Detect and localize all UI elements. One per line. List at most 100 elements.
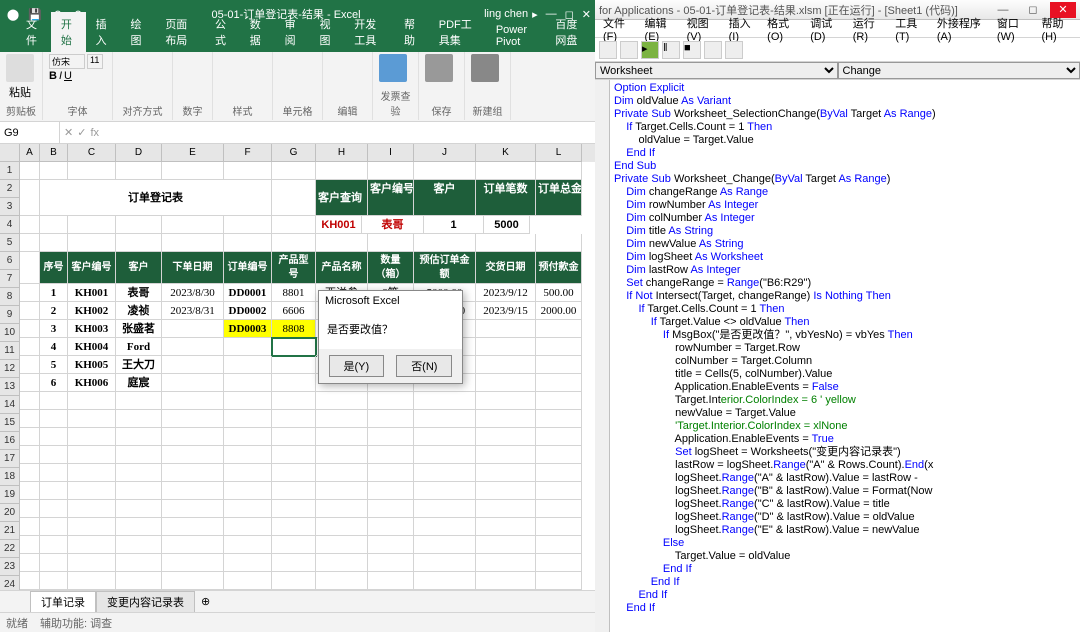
cell[interactable] [476,536,536,554]
cell[interactable] [68,446,116,464]
cell[interactable] [224,464,272,482]
paste-button[interactable]: 粘贴 [6,54,34,100]
cell[interactable]: 数量（箱） [368,252,414,284]
ribbon-tab[interactable]: 帮助 [394,12,429,52]
cell[interactable] [162,536,224,554]
cell[interactable] [476,356,536,374]
cell[interactable]: 4 [40,338,68,356]
cell[interactable]: 3 [40,320,68,338]
cell[interactable] [536,374,582,392]
cell[interactable] [368,500,414,518]
cell[interactable] [536,572,582,590]
cell[interactable]: 6606 [272,302,316,320]
cell[interactable] [40,572,68,590]
cell[interactable]: 王大刀 [116,356,162,374]
cell[interactable] [68,428,116,446]
cell[interactable]: KH001 [316,216,362,234]
cell[interactable]: DD0003 [224,320,272,338]
font-name-select[interactable]: 仿宋 [49,54,85,69]
new-sheet-button[interactable]: ⊕ [195,595,216,608]
cell[interactable] [162,338,224,356]
cell[interactable] [20,338,40,356]
cell[interactable] [162,216,224,234]
cell[interactable]: 订单笔数 [476,180,536,216]
cell[interactable] [68,536,116,554]
cell[interactable]: DD0002 [224,302,272,320]
cell[interactable]: 500.00 [536,284,582,302]
cell[interactable]: 凌祯 [116,302,162,320]
cell[interactable] [536,554,582,572]
cell[interactable] [40,554,68,572]
cell[interactable] [272,410,316,428]
cell[interactable]: 客户 [116,252,162,284]
cell[interactable]: 6 [40,374,68,392]
cell[interactable] [368,392,414,410]
cell[interactable]: 客户编号 [68,252,116,284]
cell[interactable] [40,216,68,234]
cell[interactable] [476,482,536,500]
cell[interactable] [414,482,476,500]
ribbon-tab[interactable]: 审阅 [275,12,310,52]
cell[interactable] [272,234,316,252]
cell[interactable] [68,464,116,482]
msgbox-no-button[interactable]: 否(N) [396,355,452,377]
cell[interactable]: 序号 [40,252,68,284]
cell[interactable] [272,500,316,518]
cell[interactable] [536,482,582,500]
cell[interactable] [40,428,68,446]
cell[interactable] [316,234,368,252]
cell[interactable] [224,410,272,428]
cell[interactable] [162,500,224,518]
cell[interactable] [476,162,536,180]
cell[interactable] [68,234,116,252]
cell[interactable]: 预付款金 [536,252,582,284]
vba-code-editor[interactable]: Option ExplicitDim oldValue As VariantPr… [610,80,1080,632]
cell[interactable]: 表哥 [362,216,424,234]
enter-icon[interactable]: ✓ [77,126,86,139]
cell[interactable]: 产品名称 [316,252,368,284]
cell[interactable] [40,500,68,518]
cell[interactable] [40,410,68,428]
cell[interactable]: 庭宸 [116,374,162,392]
cell[interactable] [20,464,40,482]
cell[interactable]: 2023/8/30 [162,284,224,302]
cell[interactable] [40,518,68,536]
cell[interactable] [272,554,316,572]
cell[interactable] [224,536,272,554]
ribbon-tab[interactable]: 百度网盘 [545,12,595,52]
cell[interactable]: 订单总金 [536,180,582,216]
cell[interactable] [272,338,316,356]
cell[interactable] [224,162,272,180]
cell[interactable] [20,234,40,252]
cell[interactable] [40,392,68,410]
cell[interactable] [224,554,272,572]
cell[interactable] [40,446,68,464]
cell[interactable] [68,518,116,536]
cell[interactable] [414,536,476,554]
cell[interactable] [316,464,368,482]
vba-tool-button[interactable] [599,41,617,59]
vba-run-button[interactable]: ▸ [641,41,659,59]
cell[interactable] [536,320,582,338]
cell[interactable] [272,518,316,536]
cell[interactable]: KH003 [68,320,116,338]
cell[interactable] [162,428,224,446]
cell[interactable] [40,464,68,482]
cell[interactable] [162,410,224,428]
cell[interactable] [116,410,162,428]
cell[interactable] [476,464,536,482]
cell[interactable] [20,320,40,338]
cell[interactable] [224,234,272,252]
ribbon-tab[interactable]: 页面布局 [155,12,205,52]
cell[interactable]: 5000 [484,216,530,234]
cell[interactable] [316,536,368,554]
cell[interactable] [20,180,40,216]
cell[interactable] [476,234,536,252]
cell[interactable] [536,428,582,446]
cell[interactable] [368,162,414,180]
cell[interactable] [162,392,224,410]
cell[interactable] [414,500,476,518]
cell[interactable]: KH006 [68,374,116,392]
cell[interactable] [116,234,162,252]
cell[interactable] [272,356,316,374]
